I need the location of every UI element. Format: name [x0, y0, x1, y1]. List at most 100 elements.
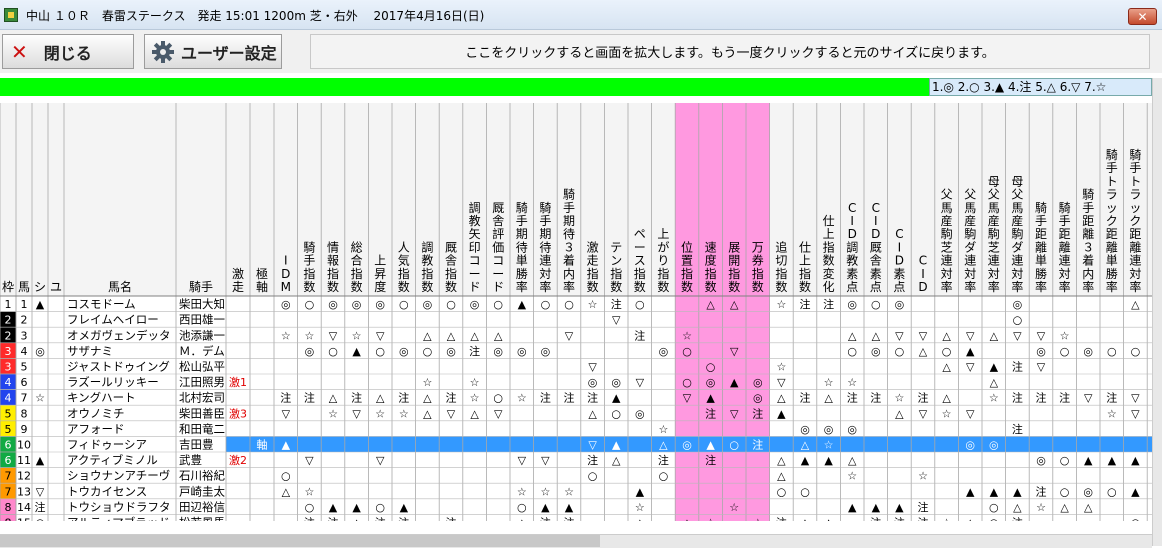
window-close-button[interactable]: ✕ [1128, 8, 1157, 25]
table-cell-text: ◎ [281, 298, 291, 311]
table-cell-text: 4 [5, 392, 12, 405]
table-cell-text: 3 [21, 329, 28, 342]
table-cell-text: ◎ [800, 423, 810, 436]
table-cell-text: ◎ [847, 423, 857, 436]
table-cell-text: ○ [588, 470, 598, 483]
table-cell-text: ◎ [682, 439, 692, 452]
table-cell-text: ◎ [470, 298, 480, 311]
table-cell-text: △ [518, 517, 527, 522]
table-cell-text: ☆ [776, 361, 786, 374]
title-bar: 中山 １０Ｒ 春雷ステークス 発走 15:01 1200m 芝・右外 2017年… [0, 0, 1162, 30]
table-cell-text: ☆ [304, 485, 314, 498]
table-cell-text: ○ [493, 298, 503, 311]
table-cell-text: ▽ [329, 329, 338, 342]
table-cell-text: ▲ [518, 298, 527, 311]
table-cell-text: ◎ [399, 345, 409, 358]
scrollbar-thumb[interactable] [0, 535, 600, 547]
table-cell-text: ▲ [706, 392, 715, 405]
table-cell-text: アフォード [67, 422, 125, 436]
table-cell-text: △ [848, 454, 857, 467]
table-cell-text: ☆ [328, 407, 338, 420]
table-cell-text: 注 [398, 391, 409, 405]
table-cell-text: ▽ [730, 345, 739, 358]
table-cell-text: ○ [682, 345, 692, 358]
table-cell-text: ☆ [375, 407, 385, 420]
table-cell-text: ○ [1060, 454, 1070, 467]
table-cell-text: ○ [35, 517, 45, 522]
table-cell-text: ○ [1107, 345, 1117, 358]
vertical-scrollbar[interactable] [1152, 78, 1162, 546]
table-cell-text: ◎ [446, 345, 456, 358]
table-cell-text: ▲ [706, 439, 715, 452]
table-cell-text: 石川裕紀 [179, 469, 225, 483]
table-cell-text: 注 [375, 516, 386, 522]
column-header: 仕上指数変化 [823, 214, 835, 294]
table-cell-text: 激3 [229, 406, 247, 420]
user-settings-button[interactable]: ユーザー設定 [144, 34, 282, 69]
table-cell-text: ☆ [635, 501, 645, 514]
table-cell-text: ○ [1131, 345, 1141, 358]
table-cell-text: ▲ [329, 501, 338, 514]
table-cell-text: 注 [587, 391, 598, 405]
table-cell-text: 10 [17, 439, 31, 452]
table-cell-text: ▽ [636, 376, 645, 389]
table-cell-text: ○ [659, 470, 669, 483]
column-header: C I D 調教素点 [846, 201, 858, 294]
table-cell-text: ◎ [375, 298, 385, 311]
table-cell-text: ▽ [305, 454, 314, 467]
table-cell-text: ◎ [352, 298, 362, 311]
table-cell-text: 注 [634, 328, 645, 342]
table-cell-text: △ [423, 407, 432, 420]
table-cell-text: 激1 [229, 375, 247, 389]
zoom-toggle-area[interactable]: ここをクリックすると画面を拡大します。もう一度クリックすると元のサイズに戻ります… [310, 34, 1150, 69]
table-cell-text: ☆ [470, 376, 480, 389]
table-cell-text: ショウナンアチーヴ [67, 469, 170, 483]
table-cell-text: ◎ [1083, 485, 1093, 498]
table-cell-text: ▽ [282, 407, 291, 420]
table-cell-text: ▲ [895, 501, 904, 514]
table-cell-text: ▽ [376, 454, 385, 467]
column-header: 母父馬産駒ダ連対率 [1011, 174, 1023, 294]
table-cell-text: ▲ [612, 392, 621, 405]
table-cell-text: ☆ [942, 407, 952, 420]
column-header: 騎手期待連対率 [539, 201, 551, 294]
table-cell-text: ▽ [541, 454, 550, 467]
table-cell-text: ▽ [730, 407, 739, 420]
table-cell-text: 2 [5, 314, 12, 327]
table-cell-text: オメガヴェンデッタ [67, 328, 171, 342]
table-cell-text: ○ [800, 485, 810, 498]
column-header: 情報指数 [327, 240, 339, 294]
table-cell-text: ☆ [847, 376, 857, 389]
table-cell-text: 北村宏司 [179, 391, 225, 405]
table-cell-text: ○ [423, 345, 433, 358]
table-cell-text: ▽ [1013, 329, 1022, 342]
column-header: テン指数 [610, 240, 622, 294]
close-button[interactable]: ✕ 閉じる [2, 34, 134, 69]
column-header: 極軸 [256, 266, 268, 294]
horizontal-scrollbar[interactable] [0, 534, 1152, 548]
table-cell-text: 注 [446, 391, 457, 405]
mark-legend: 1.◎ 2.○ 3.▲ 4.注 5.△ 6.▽ 7.☆ [929, 78, 1152, 96]
table-cell-text: ○ [517, 501, 527, 514]
table-cell-text: ☆ [729, 501, 739, 514]
table-cell-text: ○ [541, 298, 551, 311]
table-cell-text: 5 [5, 407, 12, 420]
column-header: 仕上指数 [799, 240, 811, 294]
table-cell-text: フレイムヘイロー [67, 313, 159, 327]
table-cell-text: ▽ [565, 329, 574, 342]
table-cell-text: ○ [281, 470, 291, 483]
table-cell-text: ▲ [1108, 454, 1117, 467]
table-cell-text: 注 [540, 391, 551, 405]
table-cell-text: △ [801, 439, 810, 452]
column-header: 枠 [2, 280, 14, 294]
table-cell-text: ▲ [966, 345, 975, 358]
table-cell-text: 池添謙一 [179, 328, 225, 342]
table-cell-text: ◎ [541, 345, 551, 358]
table-cell-text: ▽ [352, 407, 361, 420]
table-cell-text: ○ [375, 501, 385, 514]
table-cell-text: ☆ [588, 298, 598, 311]
table-cell-text: ☆ [894, 392, 904, 405]
table-cell-text: △ [730, 298, 739, 311]
table-cell-text: ◎ [328, 298, 338, 311]
table-cell-text: △ [659, 439, 668, 452]
